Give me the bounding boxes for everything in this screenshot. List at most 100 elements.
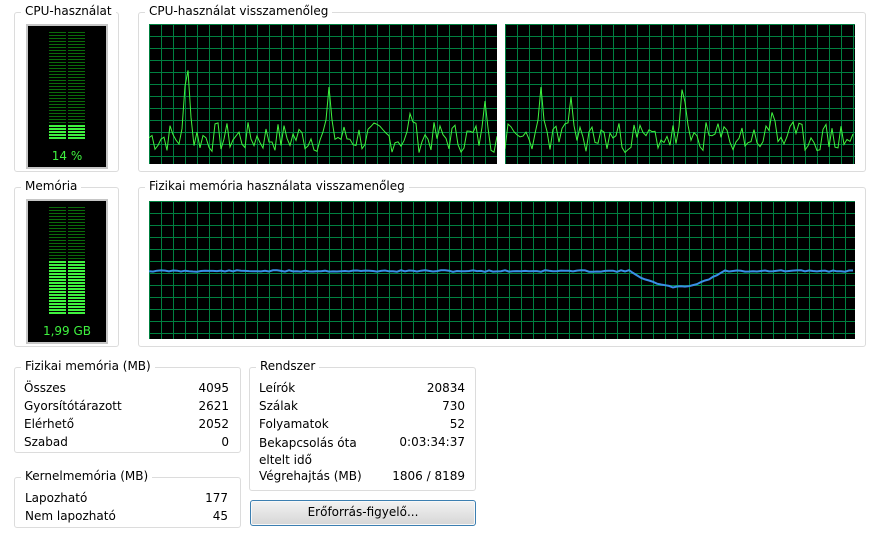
cpu-meter-bars — [49, 32, 85, 139]
row-value: 52 — [449, 417, 465, 431]
memory-meter-segment — [49, 273, 66, 275]
memory-meter-segment — [68, 300, 85, 302]
cpu-history-group: CPU-használat visszamenőleg — [138, 4, 866, 172]
cpu-meter-segment — [49, 119, 66, 120]
cpu-meter-segment — [68, 50, 85, 51]
memory-meter-segment — [68, 279, 85, 281]
cpu-meter-segment — [49, 80, 66, 81]
cpu-history-graph-core-1 — [149, 24, 497, 164]
row-value: 2621 — [198, 399, 229, 413]
physical-memory-row-cached: Gyorsítótárazott 2621 — [24, 399, 229, 415]
memory-meter-segment — [49, 258, 66, 259]
cpu-meter-segment — [49, 59, 66, 60]
memory-meter-segment — [68, 270, 85, 272]
system-group: Rendszer Leírók 20834 Szálak 730 Folyama… — [249, 359, 476, 491]
cpu-meter-segment — [68, 92, 85, 93]
cpu-meter-segment — [68, 80, 85, 81]
memory-meter-segment — [68, 261, 85, 263]
memory-meter-segment — [49, 300, 66, 302]
memory-meter-segment — [68, 291, 85, 293]
memory-meter-segment — [49, 276, 66, 278]
row-value: 2052 — [198, 417, 229, 431]
cpu-usage-group: CPU-használat 14 % — [14, 4, 119, 172]
memory-meter-segment — [68, 276, 85, 278]
kernel-memory-row-paged: Lapozható 177 — [25, 491, 228, 507]
memory-meter-segment — [68, 309, 85, 311]
cpu-meter-segment — [68, 65, 85, 66]
memory-meter-segment — [49, 231, 66, 232]
memory-meter-segment — [68, 285, 85, 287]
memory-history-title: Fizikai memória használata visszamenőleg — [145, 179, 409, 193]
row-value: 20834 — [426, 381, 465, 395]
memory-meter-segment — [49, 243, 66, 244]
memory-meter-segment — [49, 219, 66, 220]
resource-monitor-button[interactable]: Erőforrás-figyelő... — [250, 500, 476, 526]
physical-memory-row-available: Elérhető 2052 — [24, 417, 229, 433]
memory-meter-segment — [68, 222, 85, 223]
memory-meter-segment — [68, 267, 85, 269]
memory-meter-segment — [49, 294, 66, 296]
cpu-meter-segment — [49, 98, 66, 99]
row-label: Összes — [24, 381, 66, 395]
row-value: 4095 — [198, 381, 229, 395]
memory-meter-segment — [68, 288, 85, 290]
memory-meter-segment — [49, 246, 66, 247]
cpu-meter-segment — [68, 134, 85, 136]
memory-meter-segment — [49, 264, 66, 266]
cpu-meter-segment — [49, 83, 66, 84]
memory-meter-segment — [49, 270, 66, 272]
cpu-meter-segment — [49, 104, 66, 105]
cpu-meter-segment — [49, 68, 66, 69]
memory-meter-segment — [49, 240, 66, 241]
cpu-meter-segment — [49, 71, 66, 72]
memory-meter-segment — [49, 306, 66, 308]
row-label: Szabad — [24, 435, 68, 449]
row-label: Szálak — [259, 399, 298, 413]
memory-meter-segment — [68, 258, 85, 259]
memory-meter-segment — [68, 234, 85, 235]
memory-meter-segment — [68, 228, 85, 229]
memory-meter-segment — [49, 309, 66, 311]
memory-meter-segment — [68, 207, 85, 208]
cpu-meter-segment — [68, 44, 85, 45]
cpu-meter-segment — [49, 110, 66, 111]
cpu-meter-segment — [68, 137, 85, 139]
cpu-meter-segment — [49, 50, 66, 51]
memory-meter-segment — [68, 246, 85, 247]
memory-meter-segment — [49, 207, 66, 208]
cpu-meter-segment — [68, 32, 85, 33]
memory-meter-segment — [49, 234, 66, 235]
memory-meter-segment — [68, 249, 85, 250]
memory-meter-segment — [68, 264, 85, 266]
memory-meter-segment — [49, 261, 66, 263]
memory-meter-segment — [68, 231, 85, 232]
memory-meter-segment — [68, 306, 85, 308]
cpu-meter-segment — [49, 32, 66, 33]
cpu-meter-segments — [49, 32, 85, 139]
cpu-meter-segment — [49, 128, 66, 130]
row-label: Elérhető — [24, 417, 75, 431]
memory-meter-segment — [49, 210, 66, 211]
row-value: 177 — [205, 491, 228, 505]
memory-history-graph — [149, 201, 855, 339]
memory-meter-segment — [49, 279, 66, 281]
memory-meter-segment — [68, 255, 85, 256]
memory-meter-segment — [68, 303, 85, 305]
cpu-meter-segment — [49, 47, 66, 48]
cpu-usage-value: 14 % — [51, 149, 83, 163]
memory-history-line — [149, 269, 853, 289]
memory-meter-segment — [49, 252, 66, 253]
row-label: Lapozható — [25, 491, 88, 505]
row-value: 0 — [221, 435, 229, 449]
memory-meter-segment — [68, 240, 85, 241]
cpu-meter-segment — [68, 74, 85, 75]
cpu-history-graph-core-2 — [505, 24, 855, 164]
memory-meter-segment — [49, 291, 66, 293]
cpu-meter-segment — [49, 65, 66, 66]
system-row-commit: Végrehajtás (MB) 1806 / 8189 — [259, 469, 465, 485]
kernel-memory-row-nonpaged: Nem lapozható 45 — [25, 509, 228, 525]
physical-memory-group: Fizikai memória (MB) Összes 4095 Gyorsít… — [14, 359, 241, 453]
cpu-meter-segment — [68, 101, 85, 102]
cpu-meter-segment — [68, 104, 85, 105]
cpu-meter-segment — [68, 68, 85, 69]
